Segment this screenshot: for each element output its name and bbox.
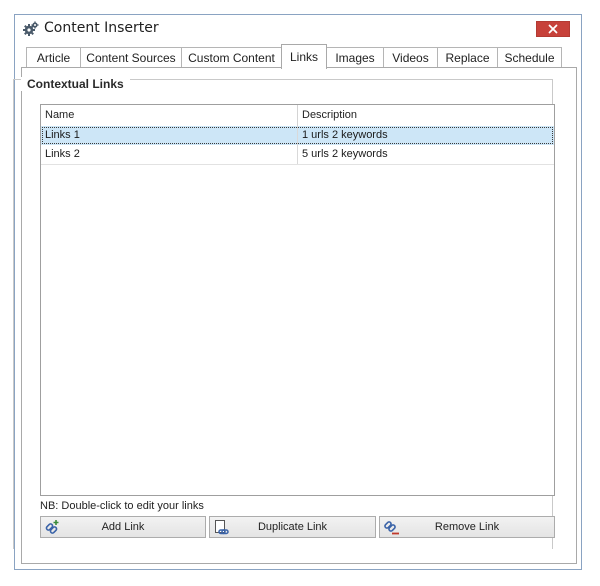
- tab-content-sources[interactable]: Content Sources: [80, 47, 182, 68]
- add-link-button[interactable]: Add Link: [40, 516, 206, 538]
- group-title: Contextual Links: [21, 77, 130, 91]
- grid-header: Name Description: [41, 105, 554, 127]
- window-title: Content Inserter: [44, 20, 159, 36]
- tab-custom-content[interactable]: Custom Content: [181, 47, 282, 68]
- table-row[interactable]: Links 2 5 urls 2 keywords: [41, 145, 554, 165]
- duplicate-link-button[interactable]: Duplicate Link: [209, 516, 376, 538]
- tab-images[interactable]: Images: [326, 47, 384, 68]
- tab-article[interactable]: Article: [26, 47, 81, 68]
- duplicate-link-icon: [215, 520, 229, 535]
- links-grid[interactable]: Name Description Links 1 1 urls 2 keywor…: [40, 104, 555, 496]
- remove-link-icon: [384, 521, 399, 535]
- tab-videos[interactable]: Videos: [383, 47, 438, 68]
- tab-schedule[interactable]: Schedule: [497, 47, 562, 68]
- cell-name: Links 2: [41, 145, 298, 164]
- cell-name: Links 1: [41, 126, 298, 145]
- add-link-label: Add Link: [101, 521, 145, 533]
- add-link-icon: [45, 520, 59, 534]
- cell-description: 1 urls 2 keywords: [302, 129, 388, 141]
- table-row[interactable]: Links 1 1 urls 2 keywords: [41, 126, 554, 145]
- remove-link-button[interactable]: Remove Link: [379, 516, 555, 538]
- column-header-name[interactable]: Name: [41, 105, 298, 126]
- gear-icon: [23, 21, 39, 36]
- tab-strip: Article Content Sources Custom Content L…: [21, 44, 581, 69]
- duplicate-link-label: Duplicate Link: [257, 521, 328, 533]
- tab-replace[interactable]: Replace: [437, 47, 498, 68]
- title-bar[interactable]: Content Inserter: [15, 15, 581, 43]
- remove-link-label: Remove Link: [434, 521, 500, 533]
- column-header-description[interactable]: Description: [298, 105, 554, 126]
- close-icon: [548, 24, 558, 34]
- close-button[interactable]: [536, 21, 570, 37]
- hint-text: NB: Double-click to edit your links: [40, 500, 204, 512]
- cell-description: 5 urls 2 keywords: [302, 148, 388, 160]
- tab-links[interactable]: Links: [281, 44, 327, 69]
